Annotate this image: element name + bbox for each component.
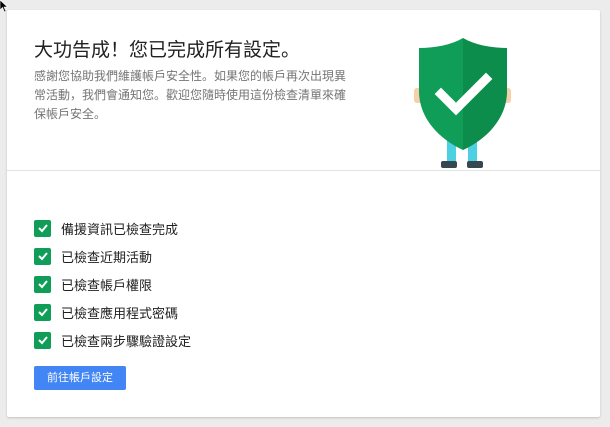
checklist-item-recent-activity: 已檢查近期活動 bbox=[34, 242, 191, 270]
checklist-item-label: 已檢查應用程式密碼 bbox=[61, 306, 179, 322]
shield-check-icon bbox=[414, 38, 511, 168]
checklist-item-account-permissions: 已檢查帳戶權限 bbox=[34, 270, 191, 298]
checklist-item-label: 已檢查帳戶權限 bbox=[61, 278, 153, 294]
checklist-item-label: 已檢查兩步驟驗證設定 bbox=[61, 334, 192, 350]
page-title: 大功告成！您已完成所有設定。 bbox=[34, 39, 301, 61]
checked-checkbox-icon bbox=[34, 275, 51, 293]
checklist-item-app-passwords: 已檢查應用程式密碼 bbox=[34, 298, 191, 326]
go-to-account-settings-button[interactable]: 前往帳戶設定 bbox=[34, 366, 126, 390]
security-checklist: 備援資訊已檢查完成 已檢查近期活動 已檢查帳戶權限 已檢查應用程式密碼 已檢查兩… bbox=[34, 214, 191, 354]
checked-checkbox-icon bbox=[34, 303, 51, 321]
checklist-item-recovery-info: 備援資訊已檢查完成 bbox=[34, 214, 191, 242]
completion-header: 大功告成！您已完成所有設定。 感謝您協助我們維護帳戶安全性。如果您的帳戶再次出現… bbox=[7, 10, 600, 171]
completion-description: 感謝您協助我們維護帳戶安全性。如果您的帳戶再次出現異常活動，我們會通知您。歡迎您… bbox=[34, 69, 347, 121]
checklist-item-label: 已檢查近期活動 bbox=[61, 250, 153, 266]
checked-checkbox-icon bbox=[34, 331, 51, 349]
checklist-item-two-step-verification: 已檢查兩步驟驗證設定 bbox=[34, 326, 191, 354]
checklist-item-label: 備援資訊已檢查完成 bbox=[61, 222, 179, 238]
checked-checkbox-icon bbox=[34, 219, 51, 237]
security-checkup-card: 大功告成！您已完成所有設定。 感謝您協助我們維護帳戶安全性。如果您的帳戶再次出現… bbox=[7, 10, 600, 417]
checked-checkbox-icon bbox=[34, 247, 51, 265]
